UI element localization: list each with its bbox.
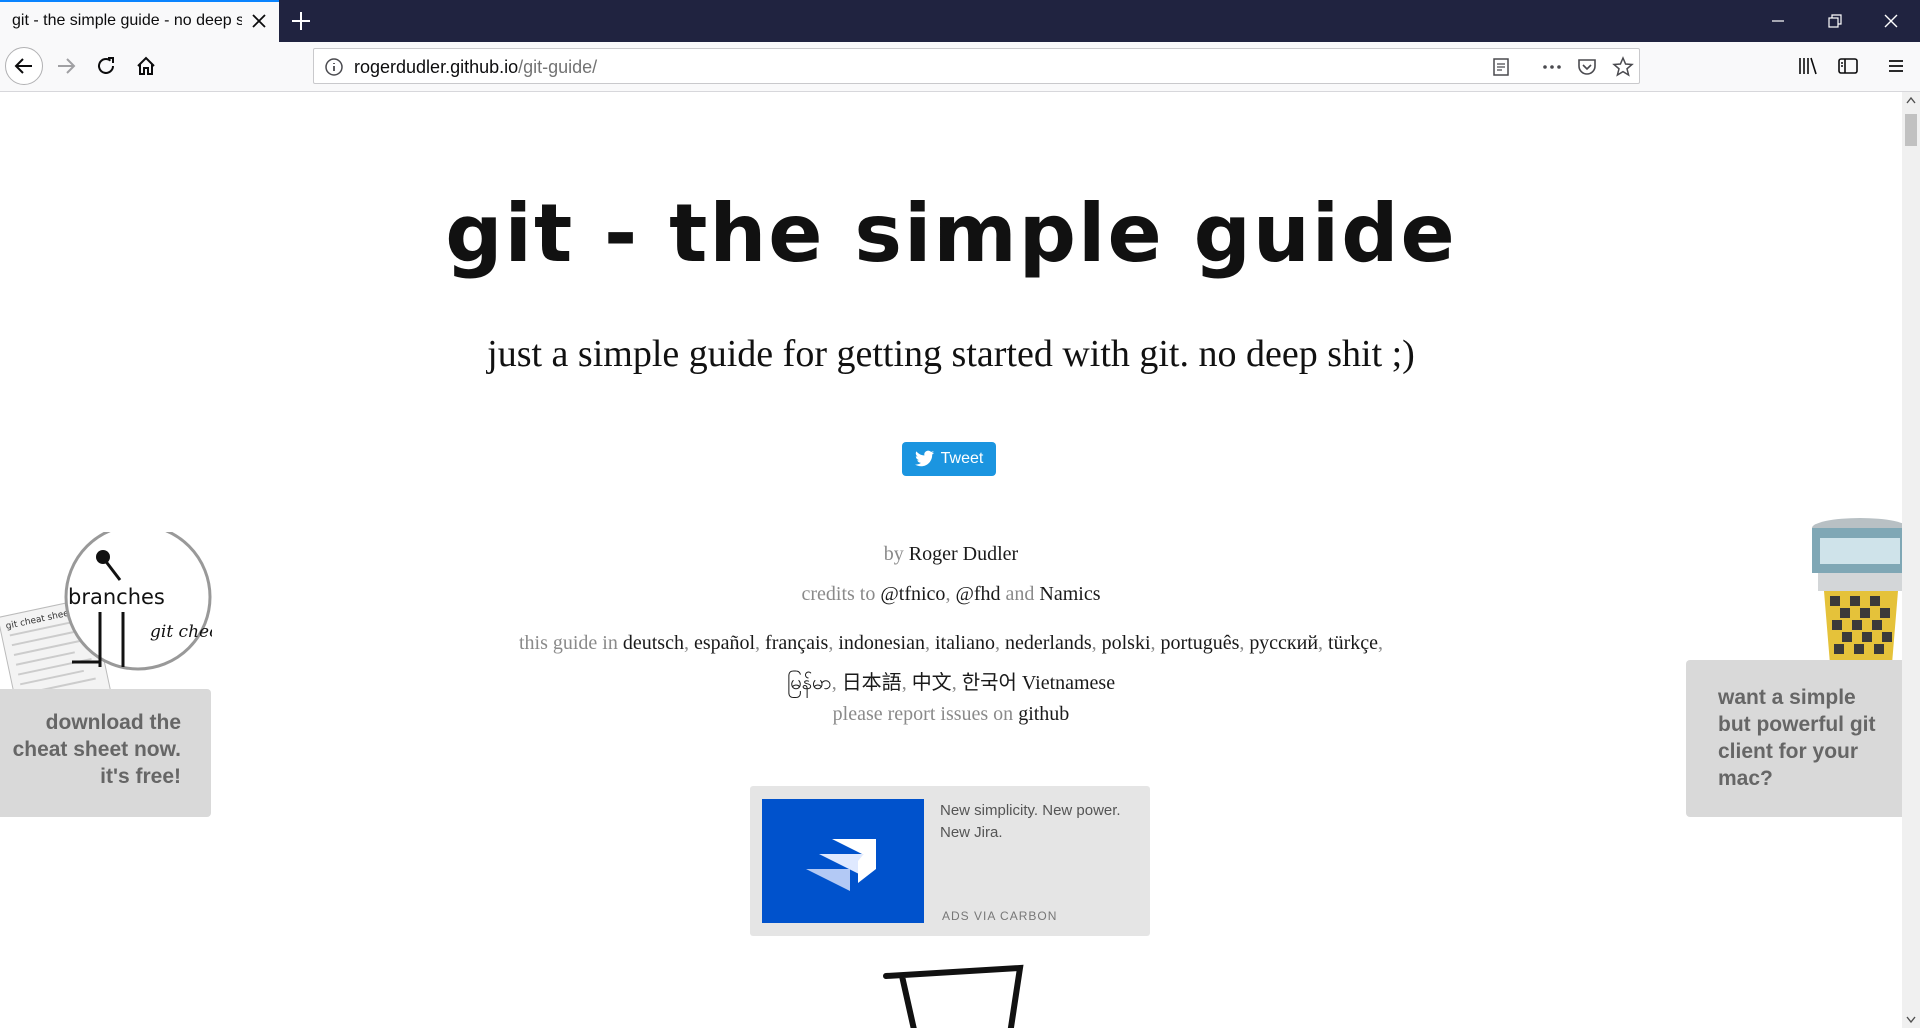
restore-icon[interactable]: [1823, 9, 1847, 33]
arrow-right-icon: [58, 58, 76, 74]
back-button[interactable]: [5, 47, 43, 85]
credit-link-fhd[interactable]: @fhd: [955, 583, 1000, 605]
url-host: rogerdudler.github.io: [354, 57, 519, 77]
drawing-illustration: [883, 964, 1024, 1028]
info-icon[interactable]: [322, 55, 346, 79]
more-actions-icon[interactable]: [1540, 55, 1564, 79]
bookmark-star-icon[interactable]: [1611, 55, 1635, 79]
github-link[interactable]: github: [1018, 703, 1069, 725]
arrow-left-icon: [14, 58, 32, 74]
browser-titlebar: git - the simple guide - no deep shit!: [0, 0, 1920, 42]
lang-link[interactable]: português: [1161, 632, 1240, 654]
reader-view-icon[interactable]: [1489, 55, 1513, 79]
credits-and: and: [1005, 583, 1035, 605]
author-line: by Roger Dudler: [0, 543, 1902, 566]
forward-button[interactable]: [50, 50, 82, 82]
page-subtitle: just a simple guide for getting started …: [487, 333, 1415, 375]
issues-prefix: please report issues on: [832, 703, 1014, 725]
magnifier-label-checkout: git check: [150, 622, 212, 642]
home-icon: [137, 56, 155, 75]
author-link[interactable]: Roger Dudler: [909, 543, 1018, 565]
lang-link[interactable]: русский: [1249, 632, 1318, 654]
lang-link[interactable]: polski: [1102, 632, 1151, 654]
tweet-button[interactable]: Tweet: [902, 442, 996, 476]
credit-link-tfnico[interactable]: @tfnico: [880, 583, 945, 605]
mac-client-promo-box[interactable]: want a simple but powerful git client fo…: [1686, 660, 1902, 817]
new-tab-icon[interactable]: [289, 9, 313, 33]
menu-button[interactable]: [1880, 50, 1912, 82]
url-path: /git-guide/: [518, 57, 598, 77]
url-text[interactable]: rogerdudler.github.io/git-guide/: [354, 57, 597, 78]
page-viewport: git - the simple guide just a simple gui…: [0, 92, 1902, 1028]
issues-line: please report issues on github: [0, 703, 1902, 726]
reload-icon: [98, 57, 114, 74]
lang-link[interactable]: español: [694, 632, 755, 654]
lang-link[interactable]: 한국어: [962, 672, 1017, 694]
magnifier-label-branches: branches: [68, 585, 165, 609]
languages-line: this guide in deutsch, español, français…: [518, 632, 1384, 694]
cheat-sheet-text: download the cheat sheet now. it's free!: [12, 711, 181, 788]
lang-link[interactable]: français: [765, 632, 828, 654]
sidebar-icon: [1838, 58, 1858, 74]
browser-navbar: rogerdudler.github.io/git-guide/: [0, 42, 1920, 92]
lang-link[interactable]: မြန်မာ: [787, 672, 832, 694]
home-button[interactable]: [130, 50, 162, 82]
carbon-ad[interactable]: New simplicity. New power. New Jira. ADS…: [750, 786, 1150, 936]
credits-line: credits to @tfnico, @fhd and Namics: [801, 583, 1101, 605]
reload-button[interactable]: [90, 50, 122, 82]
ads-via-carbon[interactable]: ADS VIA CARBON: [942, 909, 1057, 923]
scroll-up-arrow-icon[interactable]: [1906, 96, 1916, 104]
sidebar-button[interactable]: [1832, 50, 1864, 82]
library-icon: [1799, 57, 1817, 75]
cheat-sheet-download-box[interactable]: download the cheat sheet now. it's free!: [0, 689, 211, 817]
page-title: git - the simple guide: [445, 187, 1457, 280]
jira-ad-image[interactable]: [762, 799, 924, 923]
credits-prefix: credits to: [801, 583, 876, 605]
credit-link-namics[interactable]: Namics: [1039, 583, 1100, 605]
scroll-down-arrow-icon[interactable]: [1906, 1016, 1916, 1024]
tweet-label: Tweet: [940, 450, 984, 467]
vertical-scrollbar[interactable]: [1902, 92, 1920, 1028]
languages-prefix: this guide in: [518, 632, 618, 654]
lang-link[interactable]: nederlands: [1005, 632, 1092, 654]
tab-title: git - the simple guide - no deep shit!: [12, 12, 242, 29]
url-bar[interactable]: rogerdudler.github.io/git-guide/: [313, 48, 1640, 84]
pocket-icon[interactable]: [1575, 55, 1599, 79]
jira-logo-icon: [806, 839, 876, 891]
lang-link[interactable]: 中文: [912, 672, 952, 694]
tower-app-icon[interactable]: [1800, 516, 1902, 664]
lang-link[interactable]: deutsch: [623, 632, 684, 654]
twitter-bird-icon: [914, 450, 934, 467]
lang-link[interactable]: indonesian: [838, 632, 925, 654]
ad-text[interactable]: New simplicity. New power. New Jira.: [940, 800, 1130, 844]
lang-link[interactable]: türkçe: [1328, 632, 1378, 654]
lang-link[interactable]: Vietnamese: [1022, 672, 1115, 694]
lang-link[interactable]: italiano: [935, 632, 995, 654]
close-window-icon[interactable]: [1879, 9, 1903, 33]
library-button[interactable]: [1792, 50, 1824, 82]
scrollbar-thumb[interactable]: [1905, 114, 1917, 146]
lang-link[interactable]: 日本語: [842, 672, 902, 694]
mac-client-text: want a simple but powerful git client fo…: [1718, 686, 1876, 790]
by-prefix: by: [883, 543, 904, 565]
browser-tab[interactable]: git - the simple guide - no deep shit!: [0, 0, 279, 42]
minimize-icon[interactable]: [1766, 9, 1790, 33]
hamburger-menu-icon: [1889, 60, 1903, 72]
close-tab-icon[interactable]: [248, 10, 270, 32]
